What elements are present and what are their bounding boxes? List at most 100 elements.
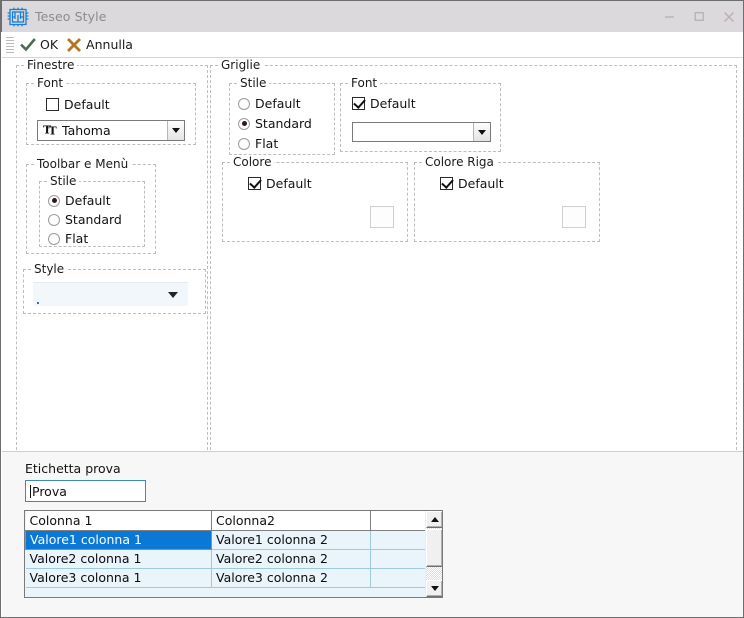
checkbox-box	[352, 97, 365, 110]
toolbar-stile-radio-flat[interactable]: Flat	[48, 231, 88, 246]
toolbar-stile-radio-standard[interactable]: Standard	[48, 212, 122, 227]
toolbar-menu-stile-group: Stile Default Standard Flat	[39, 174, 145, 247]
cell-col2[interactable]: Valore2 colonna 2	[211, 549, 371, 569]
finestre-font-default-label: Default	[64, 97, 110, 112]
toolbar-menu-group-label: Toolbar e Menù	[34, 157, 132, 171]
cancel-button-label: Annulla	[86, 37, 133, 52]
toolbar-menu-stile-label: Stile	[47, 174, 80, 188]
finestre-font-combobox[interactable]: T T Tahoma	[37, 120, 185, 141]
scroll-up-arrow-icon	[430, 517, 439, 522]
griglie-group-label: Griglie	[218, 58, 264, 72]
table-row[interactable]: Valore2 colonna 1 Valore2 colonna 2	[25, 549, 442, 569]
window-title: Teseo Style	[35, 9, 107, 24]
finestre-font-combobox-value: Tahoma	[62, 123, 111, 138]
griglie-colore-riga-label: Colore Riga	[422, 155, 497, 169]
radio-label: Standard	[255, 116, 312, 131]
radio-label: Flat	[255, 136, 279, 151]
chevron-down-icon	[478, 129, 486, 135]
preview-textbox[interactable]: Prova	[25, 480, 146, 502]
cancel-button[interactable]: Annulla	[63, 34, 138, 56]
griglie-colore-swatch-button[interactable]	[370, 206, 394, 228]
scrollbar-thumb[interactable]	[426, 529, 442, 567]
chevron-down-icon	[172, 128, 180, 133]
cell-col1[interactable]: Valore1 colonna 1	[25, 529, 212, 550]
griglie-font-default-label: Default	[370, 96, 416, 111]
combobox-value-marker	[37, 302, 39, 304]
finestre-style-combobox[interactable]	[33, 282, 188, 306]
truetype-font-icon: T T	[43, 123, 58, 139]
finestre-group: Finestre Font Default T T Tahoma Toolbar…	[16, 58, 208, 455]
finestre-style-group: Style	[23, 262, 206, 314]
toolbar-stile-radio-default[interactable]: Default	[48, 193, 111, 208]
window-controls	[654, 1, 743, 33]
radio-circle	[238, 137, 250, 150]
cell-col1[interactable]: Valore3 colonna 1	[25, 568, 212, 588]
radio-label: Flat	[65, 231, 89, 246]
griglie-stile-radio-flat[interactable]: Flat	[238, 136, 278, 151]
griglie-stile-radio-default[interactable]: Default	[238, 96, 301, 111]
scroll-down-button[interactable]	[426, 580, 442, 597]
griglie-font-group: Font Default	[340, 76, 501, 152]
griglie-colore-label: Colore	[230, 155, 275, 169]
toolbar-drag-grip[interactable]	[6, 36, 14, 53]
datagrid-empty-area	[25, 587, 442, 597]
radio-label: Standard	[65, 212, 122, 227]
cell-col2[interactable]: Valore1 colonna 2	[211, 530, 371, 550]
maximize-button[interactable]	[684, 1, 714, 33]
griglie-stile-group: Stile Default Standard Flat	[229, 76, 335, 155]
datagrid-vertical-scrollbar[interactable]	[425, 511, 442, 597]
minimize-button[interactable]	[654, 1, 684, 33]
window-title-bar: Teseo Style	[1, 0, 743, 33]
check-icon	[20, 37, 36, 53]
griglie-colore-riga-swatch-button[interactable]	[562, 206, 586, 228]
griglie-colore-default-label: Default	[266, 176, 312, 191]
radio-label: Default	[255, 96, 301, 111]
table-row[interactable]: Valore1 colonna 1 Valore1 colonna 2	[25, 529, 442, 550]
finestre-font-default-checkbox[interactable]: Default	[46, 97, 110, 112]
scroll-down-arrow-icon	[430, 586, 439, 591]
toolbar-menu-group: Toolbar e Menù Stile Default Standard Fl…	[26, 157, 156, 254]
column-header-1[interactable]: Colonna 1	[25, 511, 212, 531]
griglie-colore-riga-default-label: Default	[458, 176, 504, 191]
chevron-down-icon	[168, 291, 178, 298]
griglie-colore-group: Colore Default	[222, 155, 408, 242]
app-maze-icon	[7, 7, 29, 27]
teseo-style-window: Teseo Style OK Annulla Finestre Font Def…	[0, 0, 744, 618]
combobox-dropdown-button[interactable]	[473, 123, 490, 141]
ok-button[interactable]: OK	[17, 34, 63, 56]
radio-circle	[238, 97, 250, 110]
scroll-up-button[interactable]	[426, 511, 442, 528]
table-row[interactable]: Valore3 colonna 1 Valore3 colonna 2	[25, 568, 442, 588]
dialog-toolbar: OK Annulla	[2, 32, 743, 58]
griglie-group: Griglie Stile Default Standard Flat Font…	[210, 58, 737, 455]
column-header-2[interactable]: Colonna2	[211, 511, 371, 531]
finestre-font-group-label: Font	[34, 76, 67, 90]
radio-circle	[238, 117, 250, 130]
ok-button-label: OK	[40, 37, 59, 52]
close-button[interactable]	[714, 1, 743, 33]
griglie-colore-default-checkbox[interactable]: Default	[248, 176, 312, 191]
griglie-font-combobox[interactable]	[352, 122, 491, 142]
radio-circle	[48, 232, 60, 245]
settings-main-panel: Finestre Font Default T T Tahoma Toolbar…	[2, 58, 743, 455]
griglie-font-group-label: Font	[348, 76, 381, 90]
cell-col2[interactable]: Valore3 colonna 2	[211, 568, 371, 588]
checkbox-box	[440, 177, 453, 190]
griglie-colore-riga-default-checkbox[interactable]: Default	[440, 176, 504, 191]
griglie-stile-label: Stile	[237, 76, 270, 90]
cell-col1[interactable]: Valore2 colonna 1	[25, 549, 212, 569]
svg-text:T: T	[49, 124, 58, 136]
griglie-stile-radio-standard[interactable]: Standard	[238, 116, 312, 131]
finestre-style-group-label: Style	[31, 262, 68, 276]
combobox-dropdown-button[interactable]	[167, 121, 184, 140]
radio-circle	[48, 194, 60, 207]
checkbox-box	[248, 177, 261, 190]
preview-datagrid[interactable]: Colonna 1 Colonna2 Valore1 colonna 1 Val…	[24, 510, 443, 598]
preview-textbox-value: Prova	[32, 483, 67, 499]
griglie-colore-riga-group: Colore Riga Default	[414, 155, 600, 242]
text-caret	[30, 484, 31, 498]
preview-label: Etichetta prova	[25, 461, 121, 476]
radio-label: Default	[65, 193, 111, 208]
griglie-font-default-checkbox[interactable]: Default	[352, 96, 416, 111]
checkbox-box	[46, 98, 59, 111]
